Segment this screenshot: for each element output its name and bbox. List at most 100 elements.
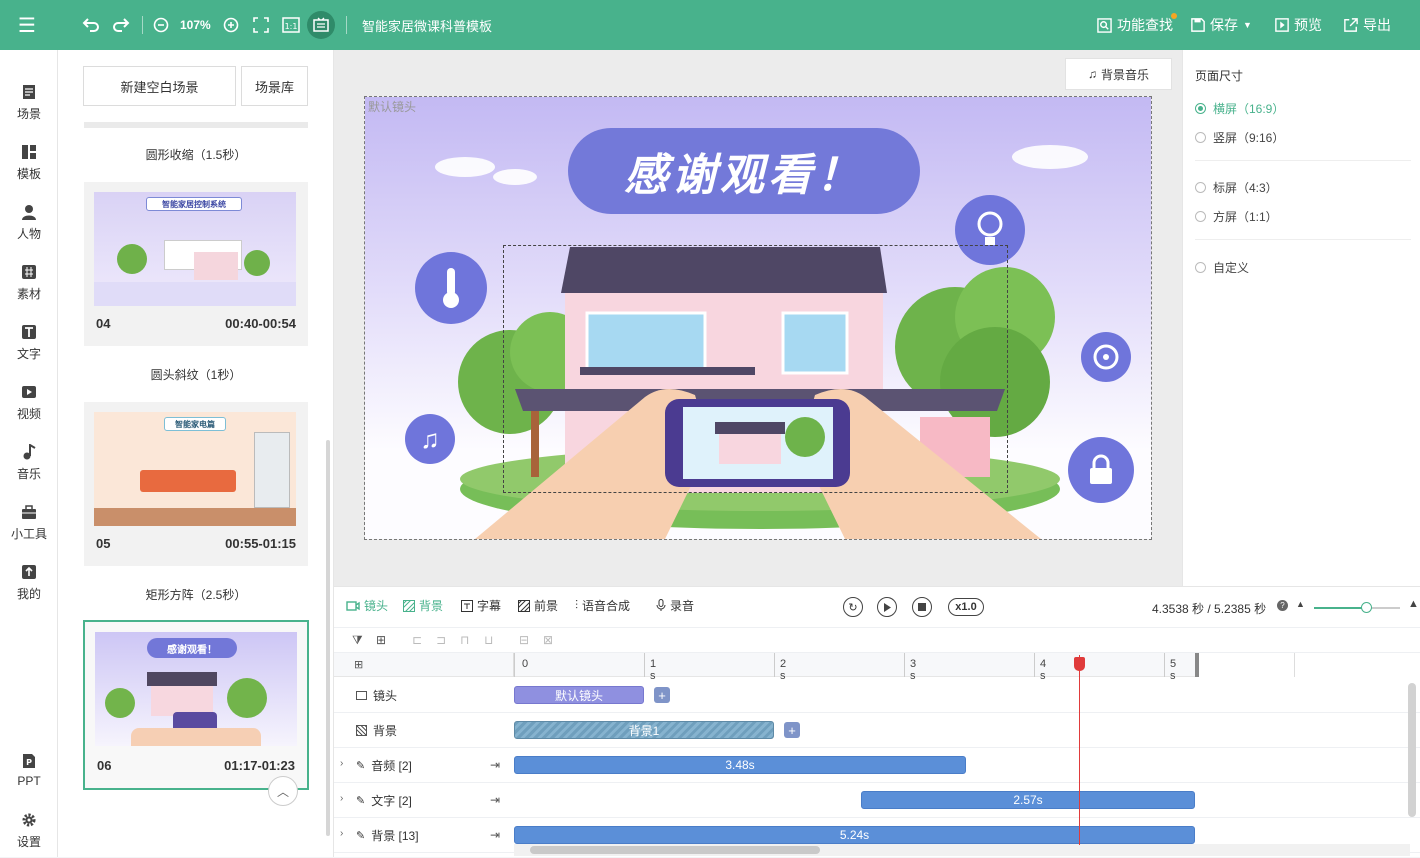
tab-lens[interactable]: 镜头 xyxy=(346,597,388,614)
tab-record[interactable]: 录音 xyxy=(656,597,694,614)
background-clip[interactable]: 背景1 xyxy=(514,721,774,739)
background-music-button[interactable]: ♫ 背景音乐 xyxy=(1065,58,1172,90)
scene-card-selected[interactable]: 感谢观看！ 06 01:17-01:23 xyxy=(83,620,309,790)
align-tool-icon[interactable]: ⊞ xyxy=(376,633,386,647)
option-label: 自定义 xyxy=(1213,261,1250,275)
scene-card[interactable]: 智能家居控制系统 04 00:40-00:54 xyxy=(84,182,308,346)
align-left-icon[interactable]: ⊏ xyxy=(412,633,422,647)
sidebar-item-person[interactable]: 人物 xyxy=(0,194,58,250)
sidebar-item-video[interactable]: 视频 xyxy=(0,374,58,430)
scroll-up-button[interactable]: ︿ xyxy=(268,776,298,806)
text-clip[interactable]: 2.57s xyxy=(861,791,1195,809)
transition-label[interactable]: 圆头斜纹（1秒） xyxy=(58,366,333,383)
sidebar-item-template[interactable]: 模板 xyxy=(0,134,58,190)
track-name: 背景 [13] xyxy=(371,829,419,843)
feature-search-button[interactable]: 功能查找 xyxy=(1097,0,1177,50)
group-icon[interactable]: ⊟ xyxy=(519,633,529,647)
export-button[interactable]: 导出 xyxy=(1344,0,1391,50)
zoom-in-timeline-icon[interactable]: ▲ xyxy=(1408,598,1419,610)
stage[interactable]: 感谢观看！ ♫ xyxy=(365,97,1151,539)
stop-button[interactable] xyxy=(912,597,932,617)
ruler-after-end xyxy=(1199,653,1420,677)
ruler-label: 0 xyxy=(522,658,529,670)
align-right-icon[interactable]: ⊓ xyxy=(460,633,469,647)
tick xyxy=(774,653,775,677)
radio-button[interactable] xyxy=(1195,103,1206,114)
page-size-option-standard[interactable]: 标屏（4:3） xyxy=(1195,179,1278,196)
scene-library-button[interactable]: 场景库 xyxy=(241,66,308,106)
align-center-icon[interactable]: ⊐ xyxy=(436,633,446,647)
top-toolbar: ☰ 107% 1:1 智能家居微课科普模板 功能查找 保存 ▼ 预览 导出 xyxy=(0,0,1420,50)
sidebar-item-material[interactable]: 素材 xyxy=(0,254,58,310)
sidebar-item-ppt[interactable]: P PPT xyxy=(0,742,58,798)
sidebar-item-scene[interactable]: 场景 xyxy=(0,74,58,130)
add-background-button[interactable]: + xyxy=(784,722,800,738)
scene-number: 06 xyxy=(97,758,112,773)
timeline-v-scrollbar[interactable] xyxy=(1408,683,1416,817)
import-icon[interactable]: ⇥ xyxy=(490,793,500,807)
menu-icon[interactable]: ☰ xyxy=(16,14,38,37)
import-icon[interactable]: ⇥ xyxy=(490,828,500,842)
sidebar-item-music[interactable]: 音乐 xyxy=(0,434,58,490)
lens-clip[interactable]: 默认镜头 xyxy=(514,686,644,704)
expand-chevron-icon[interactable]: › xyxy=(340,758,343,769)
sidebar-item-settings[interactable]: 设置 xyxy=(0,802,58,858)
timeline-zoom-slider-thumb[interactable] xyxy=(1361,602,1372,613)
save-button[interactable]: 保存 ▼ xyxy=(1191,0,1252,50)
video-icon xyxy=(20,383,38,401)
ungroup-icon[interactable]: ⊠ xyxy=(543,633,553,647)
scene-card[interactable]: 智能家电篇 05 00:55-01:15 xyxy=(84,402,308,566)
help-icon[interactable]: ? xyxy=(1277,600,1288,611)
undo-icon[interactable] xyxy=(80,14,102,36)
add-lens-button[interactable]: + xyxy=(654,687,670,703)
playhead-handle[interactable] xyxy=(1074,657,1085,671)
tab-background[interactable]: 背景 xyxy=(403,597,443,614)
expand-chevron-icon[interactable]: › xyxy=(340,793,343,804)
radio-button[interactable] xyxy=(1195,182,1206,193)
page-size-option-landscape[interactable]: 横屏（16:9） xyxy=(1195,100,1284,117)
scene-panel: 新建空白场景 场景库 圆形收缩（1.5秒） 智能家居控制系统 04 00:40-… xyxy=(58,50,334,857)
actual-size-icon[interactable]: 1:1 xyxy=(281,14,301,36)
scene-time: 00:55-01:15 xyxy=(225,536,296,551)
scrollbar-thumb[interactable] xyxy=(530,846,820,854)
preview-button[interactable]: 预览 xyxy=(1275,0,1322,50)
waveform-icon: ⫶ xyxy=(575,598,579,612)
page-size-option-square[interactable]: 方屏（1:1） xyxy=(1195,208,1278,225)
transition-label[interactable]: 圆形收缩（1.5秒） xyxy=(58,146,333,163)
timeline-h-scrollbar[interactable] xyxy=(514,844,1410,856)
radio-button[interactable] xyxy=(1195,262,1206,273)
time-ruler[interactable]: ⊞ 0 1 s 2 s 3 s 4 s 5 s xyxy=(334,653,1420,682)
distribute-icon[interactable]: ⊔ xyxy=(484,633,493,647)
tick xyxy=(1164,653,1165,677)
zoom-out-icon[interactable] xyxy=(151,14,171,36)
filter-icon[interactable]: ⧩ xyxy=(352,633,363,648)
sidebar-item-label: 视频 xyxy=(16,406,41,421)
replay-button[interactable]: ↻ xyxy=(843,597,863,617)
tab-subtitle[interactable]: 字幕 xyxy=(461,597,501,614)
zoom-out-timeline-icon[interactable]: ▲ xyxy=(1296,599,1305,609)
fullscreen-icon[interactable] xyxy=(251,14,271,36)
sidebar-item-mine[interactable]: 我的 xyxy=(0,554,58,610)
tab-foreground[interactable]: 前景 xyxy=(518,597,558,614)
expand-chevron-icon[interactable]: › xyxy=(340,828,343,839)
zoom-in-icon[interactable] xyxy=(221,14,241,36)
sidebar-item-toolbox[interactable]: 小工具 xyxy=(0,494,58,550)
project-title[interactable]: 智能家居微课科普模板 xyxy=(362,0,492,50)
playback-speed[interactable]: x1.0 xyxy=(948,598,984,616)
subtitle-mode-icon[interactable] xyxy=(307,11,335,39)
play-button[interactable] xyxy=(877,597,897,617)
import-icon[interactable]: ⇥ xyxy=(490,758,500,772)
radio-button[interactable] xyxy=(1195,211,1206,222)
grid-icon[interactable]: ⊞ xyxy=(354,658,363,671)
tab-tts[interactable]: ⫶ 语音合成 xyxy=(575,597,630,614)
page-size-option-custom[interactable]: 自定义 xyxy=(1195,259,1249,276)
radio-button[interactable] xyxy=(1195,132,1206,143)
transition-label[interactable]: 矩形方阵（2.5秒） xyxy=(58,586,333,603)
sidebar-item-text[interactable]: 文字 xyxy=(0,314,58,370)
new-blank-scene-button[interactable]: 新建空白场景 xyxy=(83,66,236,106)
panel-scrollbar[interactable] xyxy=(326,440,330,836)
background-items-clip[interactable]: 5.24s xyxy=(514,826,1195,844)
audio-clip[interactable]: 3.48s xyxy=(514,756,966,774)
page-size-option-portrait[interactable]: 竖屏（9:16） xyxy=(1195,129,1284,146)
redo-icon[interactable] xyxy=(110,14,132,36)
